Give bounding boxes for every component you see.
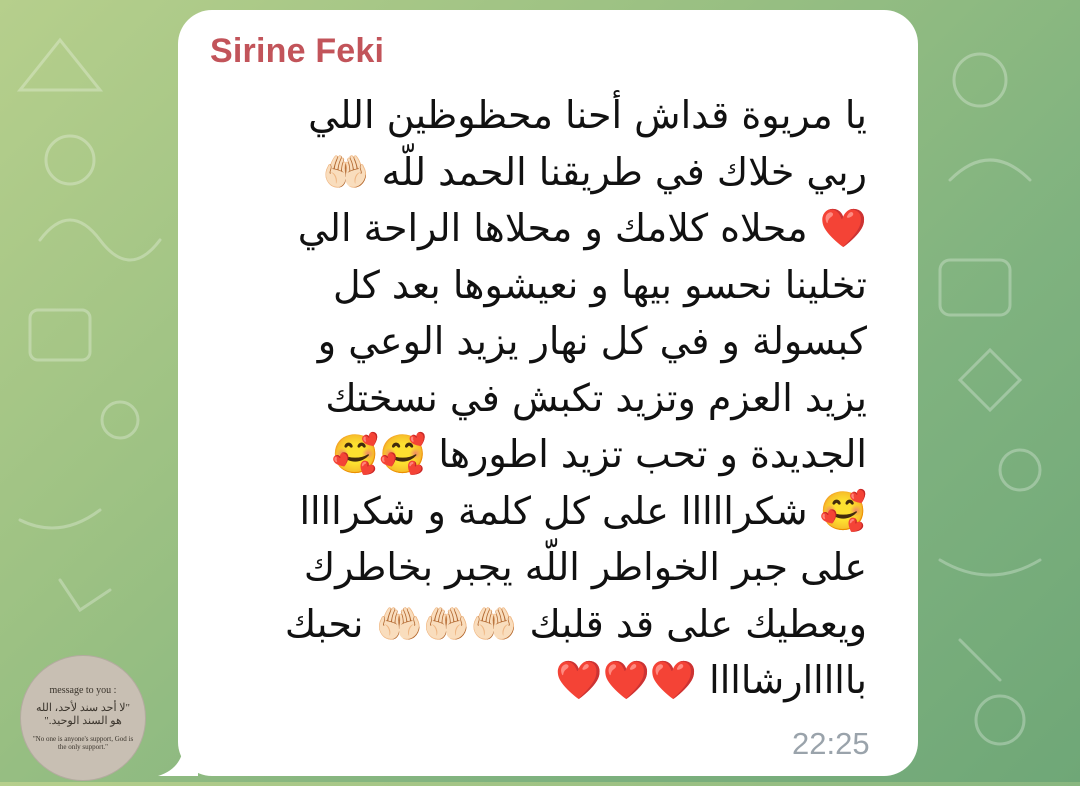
message-timestamp: 22:25 [792,726,870,761]
message-text: يا مريوة قداش أحنا محظوظين اللي ربي خلاك… [284,93,867,702]
sender-name[interactable]: Sirine Feki [210,32,384,71]
avatar[interactable]: message to you : "لا أحد سند لأحد، الله … [20,655,146,781]
avatar-caption: message to you : [49,685,117,696]
avatar-arabic-quote: "لا أحد سند لأحد، الله هو السند الوحيد." [35,702,131,727]
avatar-english-quote: "No one is anyone's support, God is the … [32,735,134,751]
